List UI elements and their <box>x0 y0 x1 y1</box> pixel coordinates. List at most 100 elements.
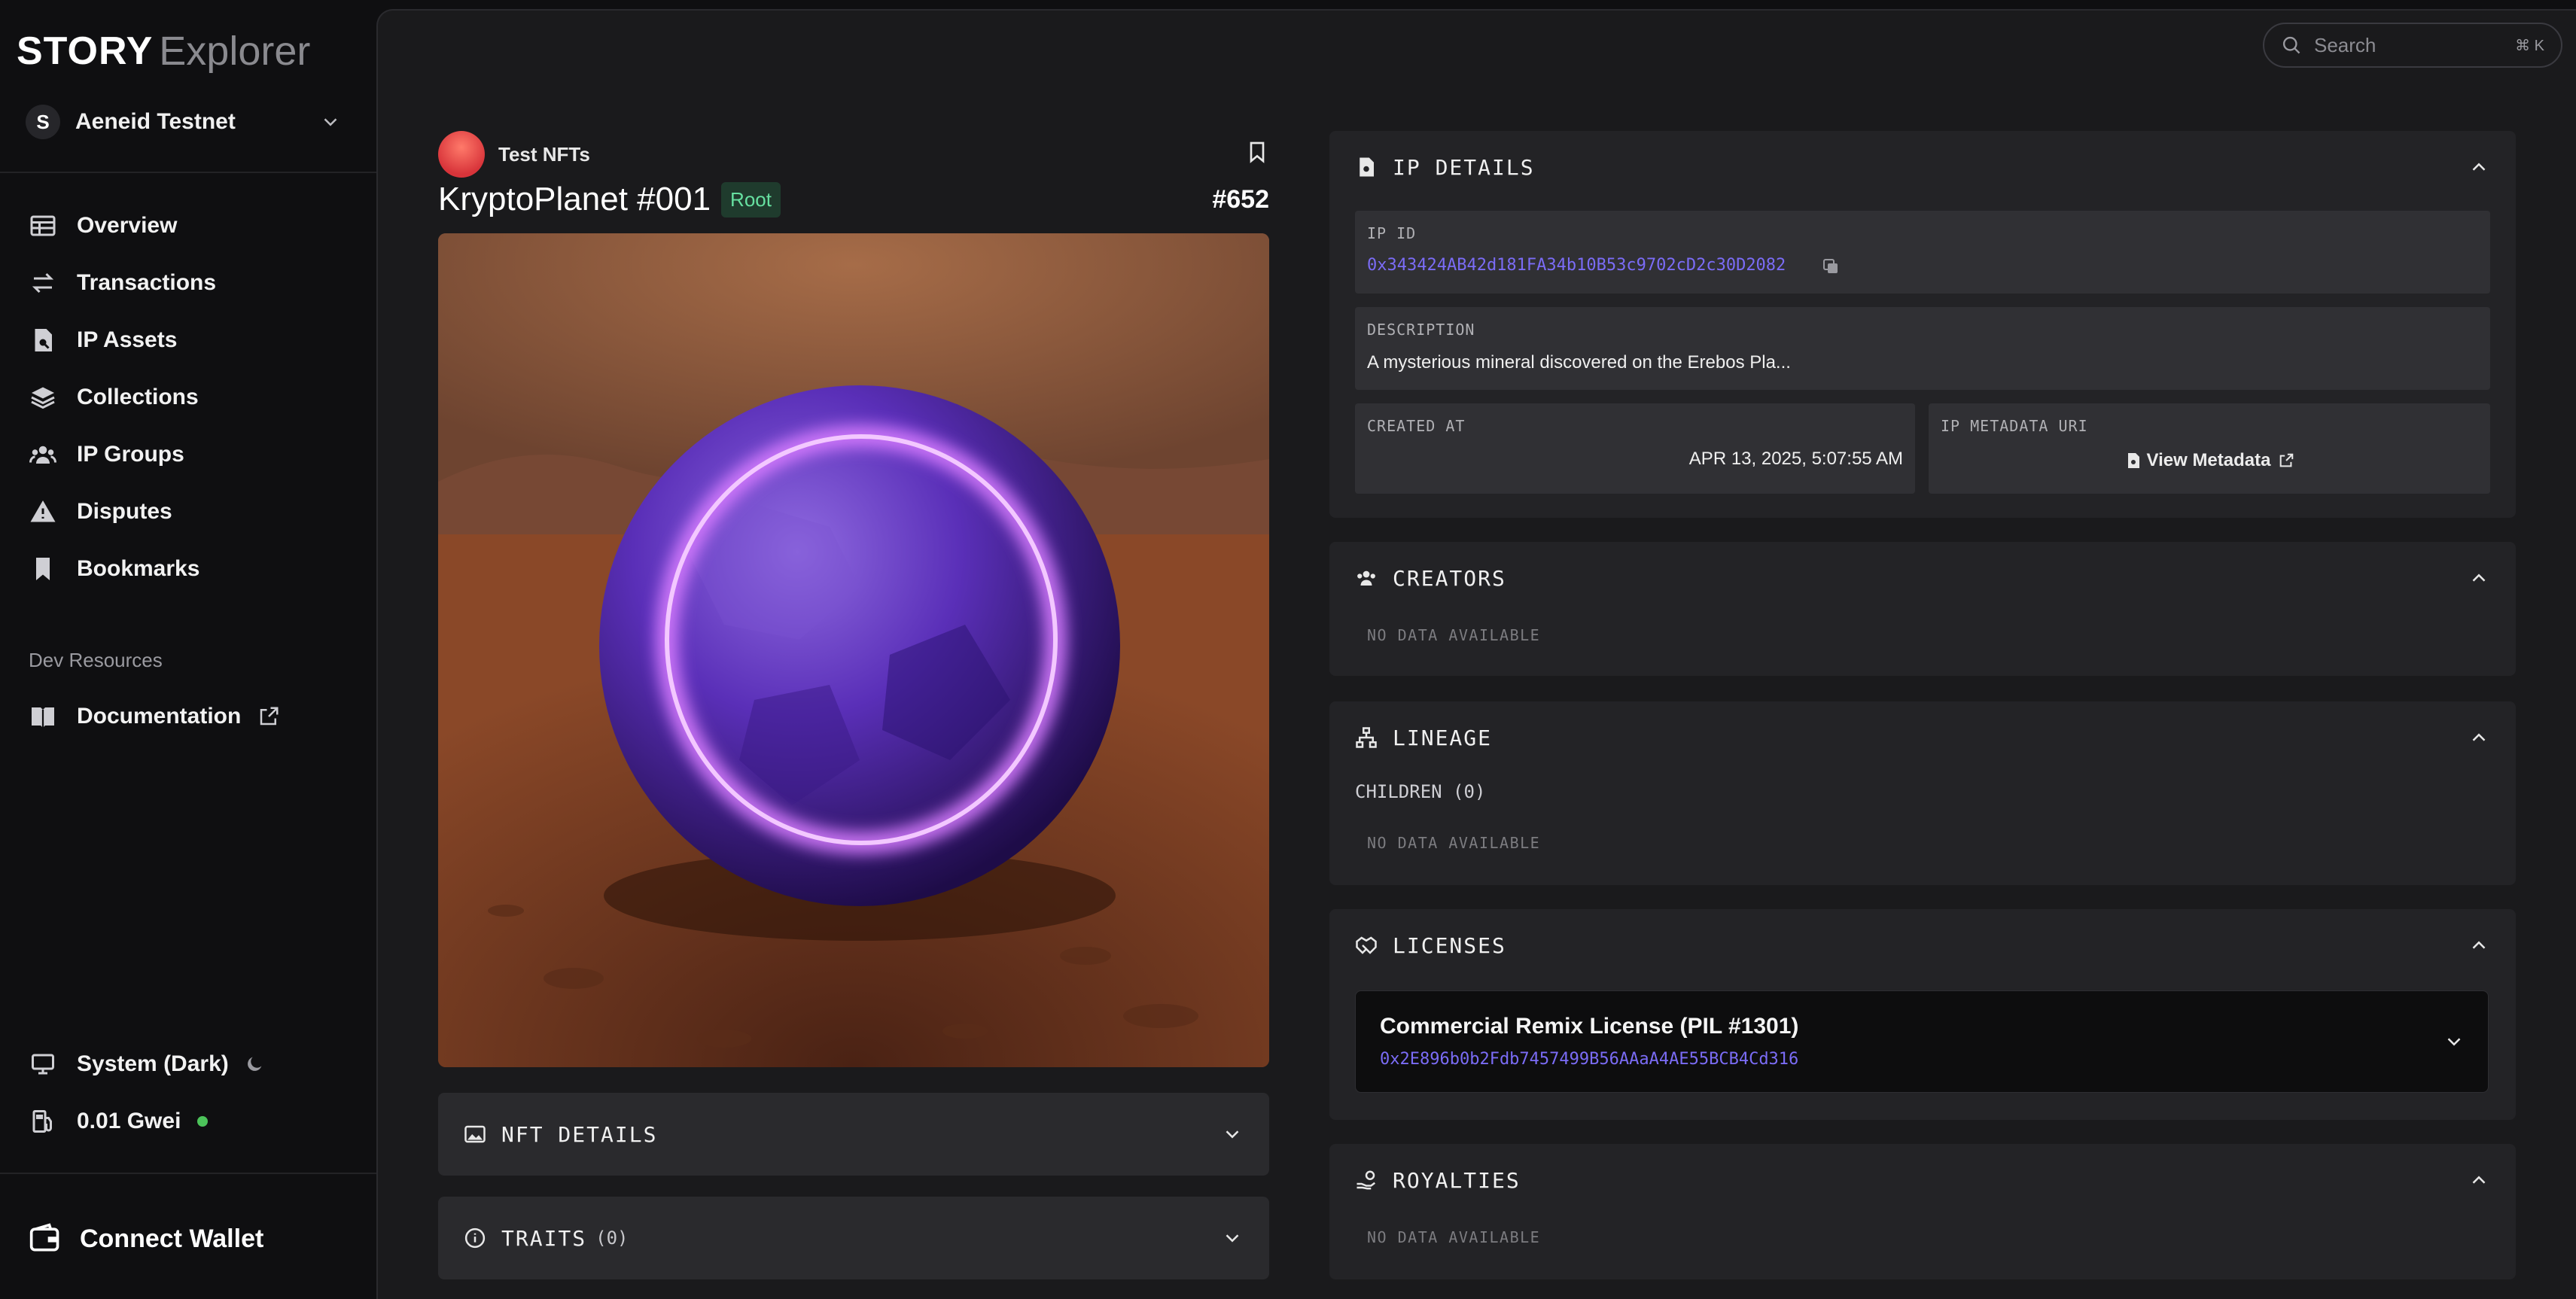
nav-overview[interactable]: Overview <box>29 197 345 254</box>
nav-label: Disputes <box>77 499 172 524</box>
search-icon <box>2282 36 2300 54</box>
brand-name: STORY <box>17 29 154 73</box>
bookmark-icon <box>29 555 57 583</box>
created-at-label: CREATED AT <box>1367 417 1466 435</box>
app-logo[interactable]: STORY Explorer <box>17 29 310 74</box>
external-link-icon <box>260 707 279 726</box>
table-icon <box>29 211 57 240</box>
nav-transactions[interactable]: Transactions <box>29 254 345 312</box>
nav-label: Collections <box>77 385 199 409</box>
nft-details-accordion[interactable]: NFT DETAILS <box>438 1093 1269 1176</box>
licenses-header[interactable]: LICENSES <box>1355 930 2490 960</box>
creators-header[interactable]: CREATORS <box>1355 563 2490 593</box>
chevron-down-icon <box>1226 1130 1239 1139</box>
search-shortcut: ⌘ K <box>2515 37 2544 54</box>
connect-wallet-label: Connect Wallet <box>80 1224 264 1253</box>
layers-icon <box>29 383 57 412</box>
theme-toggle[interactable]: System (Dark) <box>29 1036 345 1093</box>
royalties-heading: ROYALTIES <box>1393 1167 1521 1193</box>
hierarchy-icon <box>1356 727 1377 748</box>
sidebar: STORY Explorer S Aeneid Testnet Overview… <box>0 0 376 1299</box>
license-address-link[interactable]: 0x2E896b0b2Fdb7457499B56AAaA4AE55BCB4Cd3… <box>1380 1050 1798 1069</box>
nav-disputes[interactable]: Disputes <box>29 483 345 540</box>
lineage-panel: LINEAGE CHILDREN (0) NO DATA AVAILABLE <box>1329 701 2516 885</box>
nav-ip-assets[interactable]: IP Assets <box>29 312 345 369</box>
file-search-icon <box>1360 157 1374 177</box>
root-badge: Root <box>721 181 781 218</box>
lineage-heading: LINEAGE <box>1393 725 1493 750</box>
divider <box>0 172 376 173</box>
fuel-pump-icon <box>29 1107 57 1136</box>
nav-bookmarks[interactable]: Bookmarks <box>29 540 345 598</box>
traits-count: (0) <box>595 1228 629 1249</box>
description-field: DESCRIPTION A mysterious mineral discove… <box>1355 307 2490 390</box>
theme-label: System (Dark) <box>77 1051 229 1076</box>
chevron-down-icon <box>2447 1038 2461 1046</box>
chevron-up-icon <box>2472 941 2486 949</box>
copy-icon[interactable] <box>1822 257 1840 275</box>
ip-id-field: IP ID 0x343424AB42d181FA34b10B53c9702cD2… <box>1355 211 2490 294</box>
ip-details-panel: IP DETAILS IP ID 0x343424AB42d181FA34b10… <box>1329 131 2516 518</box>
lineage-header[interactable]: LINEAGE <box>1355 723 2490 753</box>
monitor-icon <box>29 1050 57 1078</box>
bookmark-icon[interactable] <box>1245 138 1269 166</box>
network-badge: S <box>26 105 60 139</box>
created-at-value: APR 13, 2025, 5:07:55 AM <box>1688 449 1903 469</box>
search-box[interactable]: Search ⌘ K <box>2263 23 2562 68</box>
chevron-up-icon <box>2472 163 2486 171</box>
nav-documentation[interactable]: Documentation <box>29 688 345 745</box>
collection-link[interactable]: Test NFTs <box>438 131 590 178</box>
asset-title: KryptoPlanet #001 <box>438 181 711 218</box>
view-metadata-label: View Metadata <box>2146 450 2271 470</box>
metadata-uri-field: IP METADATA URI View Metadata <box>1929 403 2490 494</box>
connect-wallet-button[interactable]: Connect Wallet <box>29 1215 263 1263</box>
nav-label: Bookmarks <box>77 556 200 581</box>
network-selector[interactable]: S Aeneid Testnet <box>26 102 342 141</box>
description-label: DESCRIPTION <box>1367 321 1475 339</box>
royalties-panel: ROYALTIES NO DATA AVAILABLE <box>1329 1144 2516 1279</box>
empty-state: NO DATA AVAILABLE <box>1367 626 1541 644</box>
nav-label: Overview <box>77 213 178 238</box>
info-icon <box>464 1228 486 1249</box>
handshake-icon <box>1356 936 1377 954</box>
children-label: CHILDREN (0) <box>1355 781 1486 802</box>
traits-label: TRAITS <box>501 1225 587 1251</box>
users-icon <box>29 440 57 469</box>
users-icon <box>1357 570 1375 586</box>
dev-nav: Documentation <box>29 688 345 745</box>
empty-state: NO DATA AVAILABLE <box>1367 834 1541 852</box>
ip-id-label: IP ID <box>1367 224 1417 242</box>
royalties-header[interactable]: ROYALTIES <box>1355 1165 2490 1195</box>
system-nav: System (Dark) 0.01 Gwei <box>29 1036 345 1150</box>
nav-collections[interactable]: Collections <box>29 369 345 426</box>
wallet-icon <box>29 1223 59 1252</box>
licenses-heading: LICENSES <box>1393 932 1506 958</box>
search-input[interactable]: Search <box>2314 34 2376 57</box>
ip-details-header[interactable]: IP DETAILS <box>1355 152 2490 182</box>
creators-heading: CREATORS <box>1393 565 1506 591</box>
image-icon <box>464 1125 486 1143</box>
file-icon <box>2127 453 2139 468</box>
product-name: Explorer <box>159 29 311 74</box>
creators-panel: CREATORS NO DATA AVAILABLE <box>1329 542 2516 676</box>
royalty-hand-icon <box>1357 1170 1375 1190</box>
ip-details-heading: IP DETAILS <box>1393 154 1535 180</box>
traits-accordion[interactable]: TRAITS (0) <box>438 1197 1269 1279</box>
nft-artwork <box>438 233 1269 1067</box>
nav-ip-groups[interactable]: IP Groups <box>29 426 345 483</box>
main-nav: Overview Transactions IP Assets Collecti… <box>29 197 345 598</box>
chevron-up-icon <box>2472 573 2486 582</box>
chevron-up-icon <box>2472 1176 2486 1184</box>
view-metadata-link[interactable]: View Metadata <box>1929 450 2490 471</box>
metadata-uri-label: IP METADATA URI <box>1941 417 2088 435</box>
description-value: A mysterious mineral discovered on the E… <box>1367 352 1791 373</box>
empty-state: NO DATA AVAILABLE <box>1367 1228 1541 1246</box>
ip-id-link[interactable]: 0x343424AB42d181FA34b10B53c9702cD2c30D20… <box>1367 256 1786 275</box>
nft-details-label: NFT DETAILS <box>501 1121 658 1147</box>
nav-label: Transactions <box>77 270 217 295</box>
external-link-icon <box>2280 453 2294 467</box>
warning-icon <box>29 497 57 526</box>
chevron-up-icon <box>2472 733 2486 741</box>
gas-label: 0.01 Gwei <box>77 1109 181 1133</box>
license-card[interactable]: Commercial Remix License (PIL #1301) 0x2… <box>1355 990 2489 1093</box>
